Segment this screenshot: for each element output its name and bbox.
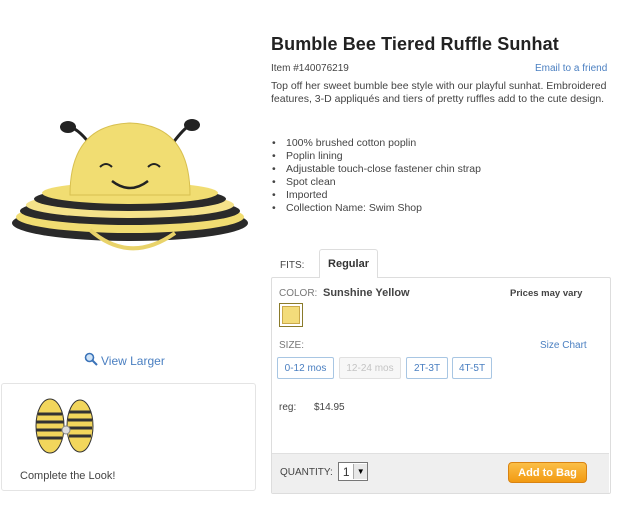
quantity-select[interactable]: 1 ▼ [338, 462, 368, 481]
feature-item: Collection Name: Swim Shop [271, 202, 481, 215]
size-option-2t-3t[interactable]: 2T-3T [406, 357, 448, 379]
feature-list: 100% brushed cotton poplin Poplin lining… [271, 137, 481, 215]
prices-may-vary-note: Prices may vary [510, 288, 583, 299]
color-value: Sunshine Yellow [323, 287, 410, 299]
color-label: COLOR: [279, 288, 318, 299]
view-larger-link[interactable]: View Larger [84, 352, 165, 369]
color-swatch-sunshine-yellow[interactable] [279, 303, 303, 327]
view-larger-label: View Larger [101, 353, 165, 368]
size-option-12-24-mos: 12-24 mos [339, 357, 401, 379]
feature-item: Spot clean [271, 176, 481, 189]
add-to-bag-button[interactable]: Add to Bag [508, 462, 587, 483]
feature-item: Imported [271, 189, 481, 202]
feature-item: Poplin lining [271, 150, 481, 163]
product-title: Bumble Bee Tiered Ruffle Sunhat [271, 34, 559, 54]
item-number: Item #140076219 [271, 63, 349, 74]
size-option-4t-5t[interactable]: 4T-5T [452, 357, 492, 379]
email-to-friend-link[interactable]: Email to a friend [535, 63, 607, 74]
regular-price-value: $14.95 [314, 402, 345, 413]
regular-price-label: reg: [279, 402, 297, 413]
product-image-bee-hat[interactable] [10, 105, 250, 265]
chevron-down-icon[interactable]: ▼ [353, 464, 367, 479]
feature-item: 100% brushed cotton poplin [271, 137, 481, 150]
feature-item: Adjustable touch-close fastener chin str… [271, 163, 481, 176]
quantity-label: QUANTITY: [280, 467, 333, 478]
tab-regular[interactable]: Regular [319, 249, 378, 278]
complete-the-look-label: Complete the Look! [20, 470, 116, 482]
quantity-value: 1 [342, 464, 350, 479]
flip-flops-image[interactable] [30, 396, 100, 454]
size-option-0-12-mos[interactable]: 0-12 mos [277, 357, 334, 379]
fits-label: FITS: [280, 260, 305, 271]
swatch-fill [282, 306, 300, 324]
size-chart-link[interactable]: Size Chart [540, 340, 587, 351]
size-label: SIZE: [279, 340, 305, 351]
product-description: Top off her sweet bumble bee style with … [271, 80, 607, 105]
magnifier-icon [84, 352, 98, 369]
